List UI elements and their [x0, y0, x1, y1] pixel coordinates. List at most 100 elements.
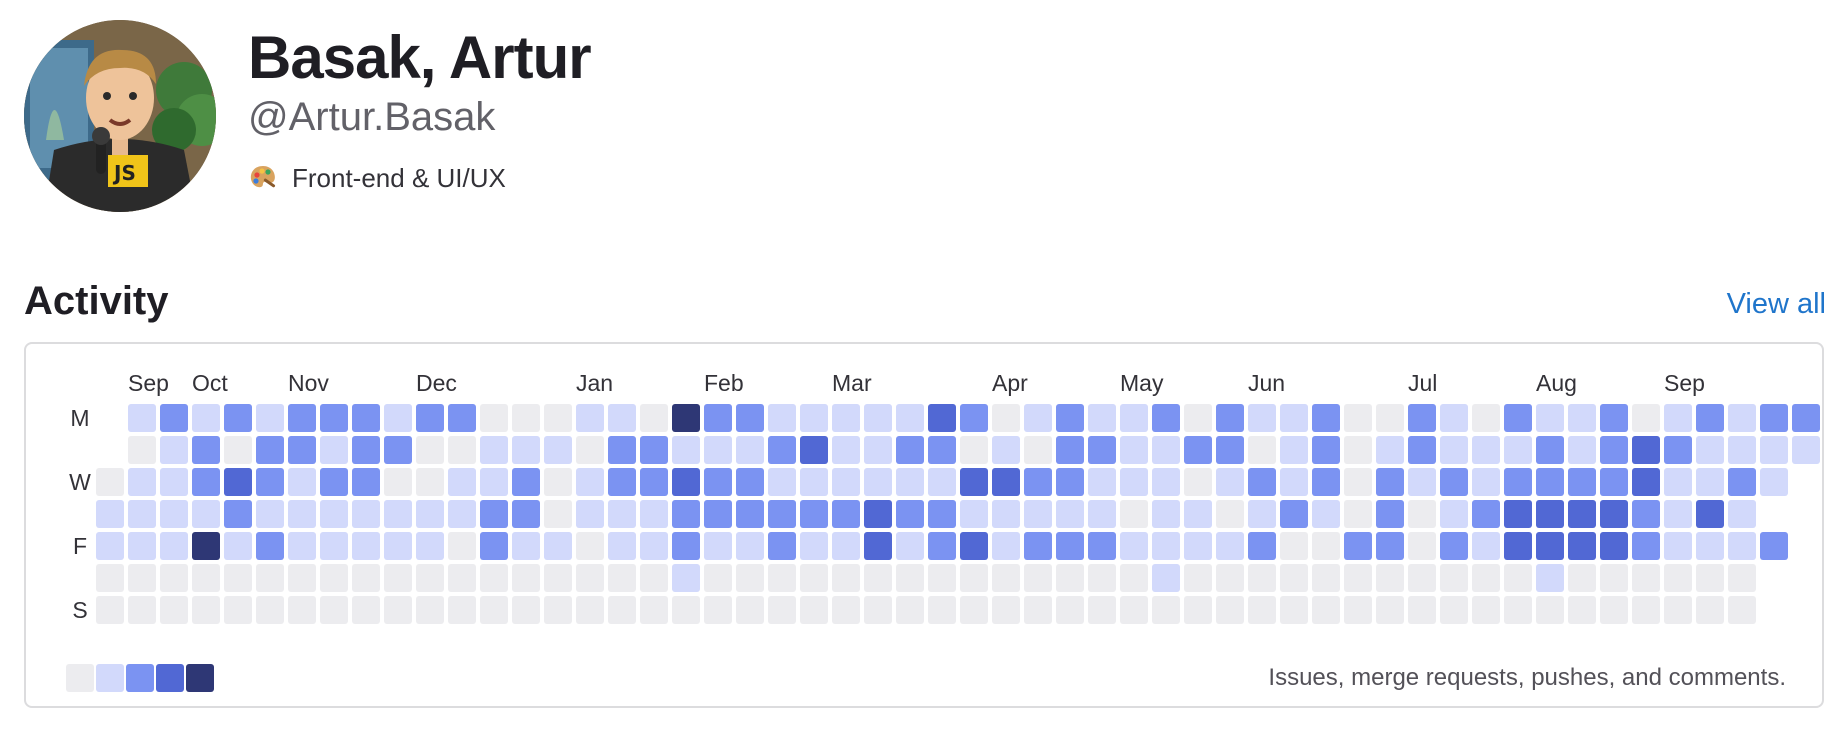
- activity-day-cell[interactable]: [640, 564, 668, 592]
- activity-day-cell[interactable]: [928, 436, 956, 464]
- activity-day-cell[interactable]: [1440, 564, 1468, 592]
- activity-day-cell[interactable]: [1056, 564, 1084, 592]
- activity-day-cell[interactable]: [640, 596, 668, 624]
- activity-day-cell[interactable]: [192, 500, 220, 528]
- activity-day-cell[interactable]: [192, 404, 220, 432]
- activity-day-cell[interactable]: [960, 468, 988, 496]
- activity-day-cell[interactable]: [480, 436, 508, 464]
- activity-day-cell[interactable]: [96, 468, 124, 496]
- activity-day-cell[interactable]: [1088, 468, 1116, 496]
- activity-day-cell[interactable]: [928, 500, 956, 528]
- activity-day-cell[interactable]: [1728, 468, 1756, 496]
- activity-day-cell[interactable]: [1472, 404, 1500, 432]
- activity-day-cell[interactable]: [1664, 532, 1692, 560]
- activity-day-cell[interactable]: [384, 404, 412, 432]
- activity-day-cell[interactable]: [1088, 404, 1116, 432]
- activity-day-cell[interactable]: [352, 596, 380, 624]
- activity-day-cell[interactable]: [544, 596, 572, 624]
- activity-day-cell[interactable]: [1216, 404, 1244, 432]
- activity-day-cell[interactable]: [160, 436, 188, 464]
- activity-day-cell[interactable]: [224, 596, 252, 624]
- activity-day-cell[interactable]: [992, 468, 1020, 496]
- activity-day-cell[interactable]: [448, 564, 476, 592]
- activity-day-cell[interactable]: [1600, 596, 1628, 624]
- activity-day-cell[interactable]: [1152, 500, 1180, 528]
- activity-day-cell[interactable]: [1440, 532, 1468, 560]
- activity-day-cell[interactable]: [1600, 564, 1628, 592]
- activity-day-cell[interactable]: [1568, 596, 1596, 624]
- activity-day-cell[interactable]: [672, 468, 700, 496]
- activity-day-cell[interactable]: [1504, 436, 1532, 464]
- activity-day-cell[interactable]: [1536, 564, 1564, 592]
- activity-day-cell[interactable]: [288, 404, 316, 432]
- activity-day-cell[interactable]: [1600, 436, 1628, 464]
- activity-day-cell[interactable]: [672, 564, 700, 592]
- activity-day-cell[interactable]: [832, 436, 860, 464]
- activity-day-cell[interactable]: [1536, 532, 1564, 560]
- activity-day-cell[interactable]: [896, 468, 924, 496]
- activity-day-cell[interactable]: [1120, 596, 1148, 624]
- activity-day-cell[interactable]: [1312, 468, 1340, 496]
- activity-day-cell[interactable]: [448, 500, 476, 528]
- activity-day-cell[interactable]: [1248, 468, 1276, 496]
- activity-day-cell[interactable]: [608, 436, 636, 464]
- activity-day-cell[interactable]: [1600, 468, 1628, 496]
- activity-day-cell[interactable]: [160, 468, 188, 496]
- activity-day-cell[interactable]: [576, 564, 604, 592]
- activity-day-cell[interactable]: [1504, 404, 1532, 432]
- activity-day-cell[interactable]: [640, 436, 668, 464]
- activity-day-cell[interactable]: [736, 404, 764, 432]
- activity-day-cell[interactable]: [1152, 436, 1180, 464]
- activity-day-cell[interactable]: [1632, 532, 1660, 560]
- activity-day-cell[interactable]: [544, 532, 572, 560]
- activity-day-cell[interactable]: [864, 564, 892, 592]
- activity-day-cell[interactable]: [1184, 532, 1212, 560]
- activity-day-cell[interactable]: [704, 596, 732, 624]
- activity-day-cell[interactable]: [1152, 564, 1180, 592]
- activity-day-cell[interactable]: [1760, 532, 1788, 560]
- activity-day-cell[interactable]: [288, 500, 316, 528]
- activity-day-cell[interactable]: [256, 596, 284, 624]
- activity-day-cell[interactable]: [1696, 404, 1724, 432]
- activity-day-cell[interactable]: [1088, 532, 1116, 560]
- activity-day-cell[interactable]: [1536, 500, 1564, 528]
- activity-day-cell[interactable]: [1760, 468, 1788, 496]
- activity-day-cell[interactable]: [128, 564, 156, 592]
- activity-day-cell[interactable]: [896, 436, 924, 464]
- activity-day-cell[interactable]: [1472, 500, 1500, 528]
- activity-day-cell[interactable]: [1024, 596, 1052, 624]
- activity-day-cell[interactable]: [800, 404, 828, 432]
- activity-day-cell[interactable]: [864, 468, 892, 496]
- activity-day-cell[interactable]: [1152, 596, 1180, 624]
- activity-day-cell[interactable]: [1088, 596, 1116, 624]
- activity-day-cell[interactable]: [1248, 532, 1276, 560]
- activity-day-cell[interactable]: [1568, 468, 1596, 496]
- activity-day-cell[interactable]: [416, 596, 444, 624]
- activity-day-cell[interactable]: [864, 500, 892, 528]
- activity-day-cell[interactable]: [928, 532, 956, 560]
- activity-day-cell[interactable]: [832, 500, 860, 528]
- activity-day-cell[interactable]: [160, 404, 188, 432]
- activity-day-cell[interactable]: [1440, 404, 1468, 432]
- activity-day-cell[interactable]: [704, 468, 732, 496]
- activity-day-cell[interactable]: [1568, 564, 1596, 592]
- activity-day-cell[interactable]: [928, 468, 956, 496]
- activity-day-cell[interactable]: [1024, 436, 1052, 464]
- activity-day-cell[interactable]: [1376, 404, 1404, 432]
- activity-day-cell[interactable]: [416, 468, 444, 496]
- activity-day-cell[interactable]: [480, 500, 508, 528]
- activity-day-cell[interactable]: [1280, 564, 1308, 592]
- activity-day-cell[interactable]: [576, 404, 604, 432]
- activity-day-cell[interactable]: [544, 500, 572, 528]
- activity-day-cell[interactable]: [896, 404, 924, 432]
- activity-day-cell[interactable]: [1248, 596, 1276, 624]
- activity-day-cell[interactable]: [160, 500, 188, 528]
- activity-day-cell[interactable]: [1344, 500, 1372, 528]
- activity-day-cell[interactable]: [512, 500, 540, 528]
- activity-day-cell[interactable]: [928, 596, 956, 624]
- activity-day-cell[interactable]: [512, 404, 540, 432]
- activity-day-cell[interactable]: [1472, 564, 1500, 592]
- activity-day-cell[interactable]: [608, 564, 636, 592]
- activity-day-cell[interactable]: [1600, 532, 1628, 560]
- activity-day-cell[interactable]: [960, 404, 988, 432]
